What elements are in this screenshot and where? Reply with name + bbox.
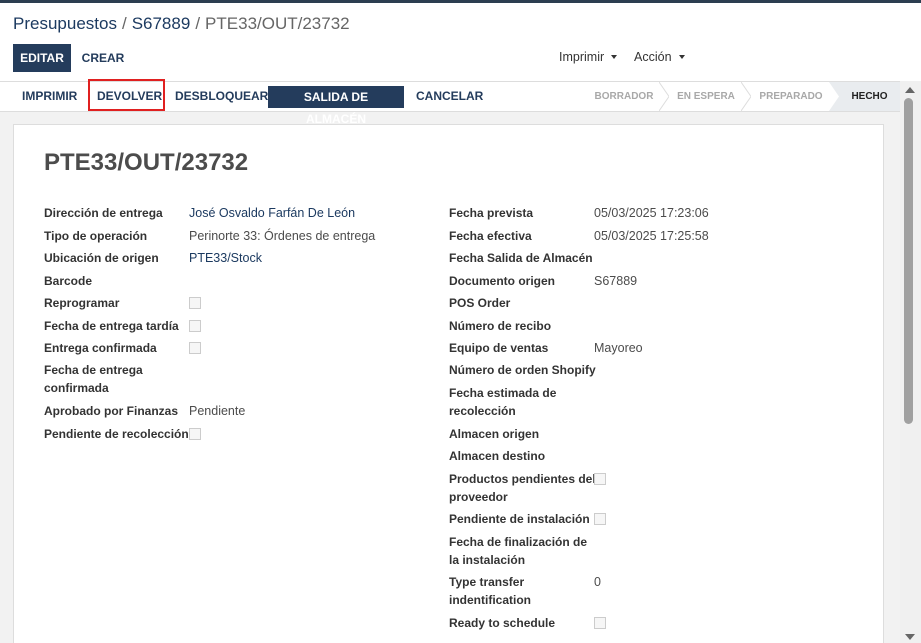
pickup-estimate-label-line2: recolección [449,404,516,418]
scheduled-date-value: 05/03/2025 17:23:06 [594,206,709,220]
shopify-order-label: Número de orden Shopify [449,363,596,377]
breadcrumb-separator: / [195,14,201,33]
supplier-pending-checkbox[interactable] [594,473,606,485]
print-dropdown-label: Imprimir [559,50,605,64]
delivery-address-label: Dirección de entrega [44,206,163,220]
pickup-pending-label: Pendiente de recolección [44,427,189,441]
pickup-pending-checkbox[interactable] [189,428,201,440]
late-delivery-checkbox[interactable] [189,320,201,332]
reschedule-label: Reprogramar [44,296,120,310]
warehouse-out-button[interactable]: SALIDA DE ALMACÉN [268,86,404,126]
ready-to-schedule-checkbox[interactable] [594,617,606,629]
stage-arrow-separator [659,82,669,111]
breadcrumb: Presupuestos / S67889/PTE33/OUT/23732 [13,14,350,34]
vertical-scrollbar[interactable] [900,81,921,643]
pos-order-label: POS Order [449,296,511,310]
operation-type-value: Perinorte 33: Órdenes de entrega [189,229,376,243]
source-document-value: S67889 [594,274,638,288]
stage-done: HECHO [839,82,900,111]
print-button[interactable]: IMPRIMIR [22,82,77,111]
scheduled-date-label: Fecha prevista [449,206,534,220]
confirmed-date-label-line1: Fecha de entrega [44,363,143,377]
pickup-estimate-label-line1: Fecha estimada de [449,386,557,400]
transfer-type-label-line2: indentification [449,593,531,607]
source-warehouse-label: Almacen origen [449,427,540,441]
form-sheet: PTE33/OUT/23732 Dirección de entrega Jos… [13,124,884,643]
source-location-label: Ubicación de origen [44,251,159,265]
barcode-label: Barcode [44,274,93,288]
ready-to-schedule-label: Ready to schedule [449,616,556,630]
breadcrumb-quotes[interactable]: Presupuestos [13,14,117,33]
stage-arrow-separator [741,82,751,111]
sales-team-label: Equipo de ventas [449,341,549,355]
stage-waiting: EN ESPERA [677,91,735,102]
install-end-label-line2: la instalación [449,553,526,567]
supplier-pending-label-line2: proveedor [449,490,508,504]
install-pending-label: Pendiente de instalación [449,512,590,526]
control-panel: Presupuestos / S67889/PTE33/OUT/23732 EDIT… [0,3,921,81]
edit-button[interactable]: EDITAR [13,44,71,72]
transfer-type-label-line1: Type transfer [449,575,525,589]
effective-date-value: 05/03/2025 17:25:58 [594,229,709,243]
stage-draft: BORRADOR [594,91,654,102]
delivery-confirmed-label: Entrega confirmada [44,341,157,355]
breadcrumb-current: PTE33/OUT/23732 [205,14,350,33]
source-location-value[interactable]: PTE33/Stock [189,249,262,267]
unlock-button[interactable]: DESBLOQUEAR [175,82,268,111]
confirmed-date-label-line2: confirmada [44,381,109,395]
highlight-box [88,79,165,111]
supplier-pending-label-line1: Productos pendientes del [449,472,596,486]
cancel-button[interactable]: CANCELAR [416,82,483,111]
create-button[interactable]: CREAR [78,44,128,72]
transfer-type-value: 0 [594,575,601,589]
delivery-address-value[interactable]: José Osvaldo Farfán De León [189,204,355,222]
receipt-number-label: Número de recibo [449,319,552,333]
install-pending-checkbox[interactable] [594,513,606,525]
caret-down-icon [678,55,685,59]
late-delivery-label: Fecha de entrega tardía [44,319,179,333]
stage-ready: PREPARADO [759,91,823,102]
action-dropdown-label: Acción [634,50,672,64]
install-end-label-line1: Fecha de finalización de [449,535,588,549]
breadcrumb-separator: / [121,14,127,33]
reschedule-checkbox[interactable] [189,297,201,309]
caret-down-icon [611,55,618,59]
record-title: PTE33/OUT/23732 [44,149,249,176]
source-document-label: Documento origen [449,274,556,288]
scroll-up-arrow-icon[interactable] [905,87,915,93]
breadcrumb-order[interactable]: S67889 [132,14,191,33]
warehouse-out-date-label: Fecha Salida de Almacén [449,251,593,265]
stage-arrow-separator [829,82,839,111]
print-dropdown[interactable]: Imprimir [559,50,618,64]
sales-team-value[interactable]: Mayoreo [594,339,643,357]
delivery-confirmed-checkbox[interactable] [189,342,201,354]
form-view: PTE33/OUT/23732 Dirección de entrega Jos… [0,112,900,643]
dest-warehouse-label: Almacen destino [449,449,546,463]
scroll-thumb[interactable] [904,98,913,424]
finance-approved-label: Aprobado por Finanzas [44,404,179,418]
scroll-down-arrow-icon[interactable] [905,634,915,640]
effective-date-label: Fecha efectiva [449,229,532,243]
operation-type-label: Tipo de operación [44,229,148,243]
finance-approved-value: Pendiente [189,404,246,418]
action-dropdown[interactable]: Acción [634,50,685,64]
